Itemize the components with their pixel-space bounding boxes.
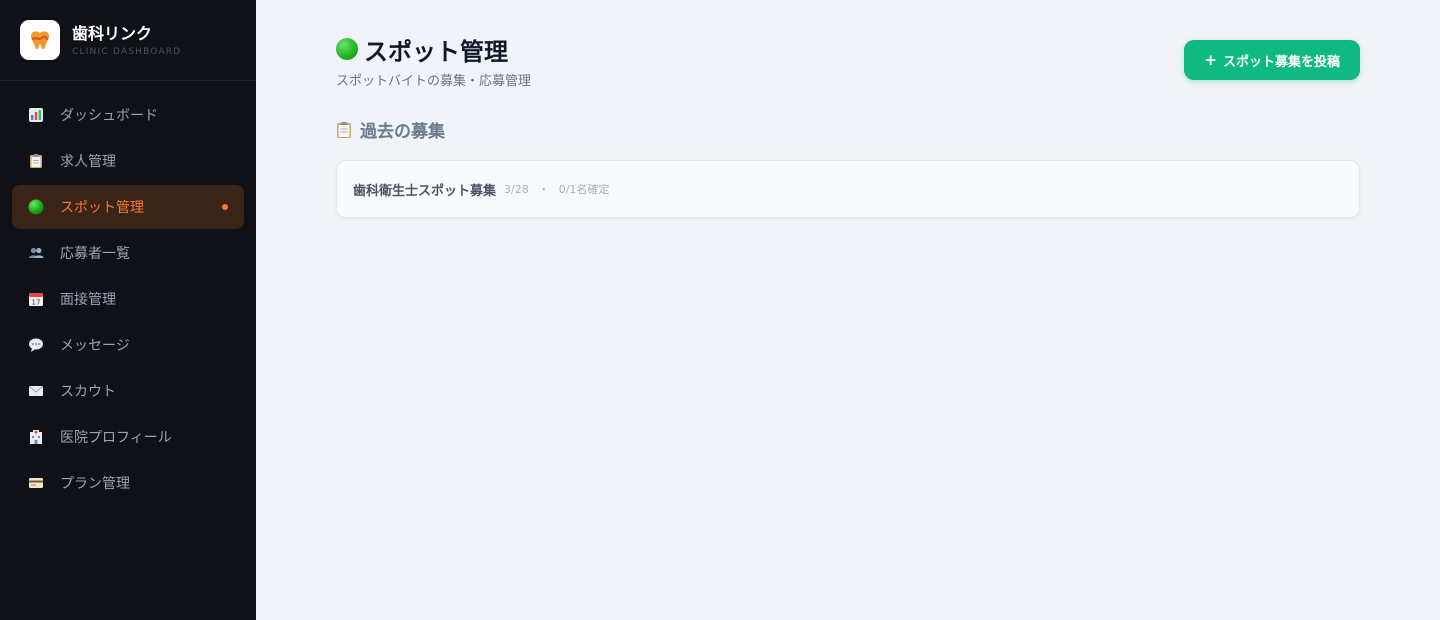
clipboard-icon	[336, 121, 352, 139]
people-icon	[28, 245, 44, 261]
sidebar-item-messages[interactable]: メッセージ	[12, 323, 244, 367]
sidebar-item-interviews[interactable]: 17 面接管理	[12, 277, 244, 321]
main-content: スポット管理 スポットバイトの募集・応募管理 + スポット募集を投稿 過去の募集…	[256, 0, 1440, 620]
sidebar-item-label: 医院プロフィール	[60, 430, 172, 446]
sidebar-nav: ダッシュボード 求人管理 スポット管理 応募者一覧 17 面接管理 メッセージ …	[0, 81, 256, 505]
page-header: スポット管理 スポットバイトの募集・応募管理 + スポット募集を投稿	[336, 34, 1360, 89]
page-title: スポット管理	[336, 34, 531, 66]
title-block: スポット管理 スポットバイトの募集・応募管理	[336, 34, 531, 89]
sidebar-item-label: 応募者一覧	[60, 246, 130, 262]
past-posts-heading: 過去の募集	[336, 117, 1360, 142]
bar-chart-icon	[28, 107, 44, 123]
past-post-status: 0/1名確定	[558, 183, 610, 196]
meta-separator: ・	[538, 183, 550, 196]
past-post-title: 歯科衛生士スポット募集	[353, 183, 497, 199]
clinic-logo[interactable]	[20, 20, 60, 60]
sidebar-item-applicants[interactable]: 応募者一覧	[12, 231, 244, 275]
sidebar-item-label: メッセージ	[60, 338, 130, 354]
app-root: 歯科リンク CLINIC DASHBOARD ダッシュボード 求人管理 スポット…	[0, 0, 1440, 620]
sidebar-item-label: スカウト	[60, 384, 116, 400]
svg-text:17: 17	[32, 299, 41, 307]
sidebar-item-dashboard[interactable]: ダッシュボード	[12, 93, 244, 137]
credit-card-icon	[28, 475, 44, 491]
page-subtitle: スポットバイトの募集・応募管理	[336, 74, 532, 89]
sidebar-item-label: ダッシュボード	[60, 108, 158, 124]
past-posts-heading-text: 過去の募集	[360, 122, 445, 142]
sidebar: 歯科リンク CLINIC DASHBOARD ダッシュボード 求人管理 スポット…	[0, 0, 256, 620]
sidebar-item-scout[interactable]: スカウト	[12, 369, 244, 413]
sidebar-item-clinic-profile[interactable]: 医院プロフィール	[12, 415, 244, 459]
page-title-text: スポット管理	[364, 37, 508, 66]
hospital-icon	[28, 429, 44, 445]
sidebar-item-label: 面接管理	[60, 292, 116, 308]
calendar-icon: 17	[28, 291, 44, 307]
past-post-date: 3/28	[504, 183, 529, 196]
sidebar-item-spot[interactable]: スポット管理	[12, 185, 244, 229]
past-post-card[interactable]: 歯科衛生士スポット募集 3/28 ・ 0/1名確定	[336, 160, 1360, 218]
post-spot-button[interactable]: + スポット募集を投稿	[1184, 40, 1360, 80]
green-circle-icon	[336, 38, 358, 60]
post-spot-button-label: スポット募集を投稿	[1222, 54, 1340, 70]
tooth-logo-icon	[31, 31, 49, 50]
brand-text: 歯科リンク CLINIC DASHBOARD	[72, 24, 181, 57]
brand-name: 歯科リンク	[72, 23, 153, 43]
sidebar-item-label: スポット管理	[60, 200, 144, 216]
envelope-icon	[28, 383, 44, 399]
sidebar-item-label: プラン管理	[60, 476, 130, 492]
sidebar-item-plan[interactable]: プラン管理	[12, 461, 244, 505]
brand-header: 歯科リンク CLINIC DASHBOARD	[0, 0, 256, 81]
clipboard-icon	[28, 153, 44, 169]
sidebar-item-jobs[interactable]: 求人管理	[12, 139, 244, 183]
speech-bubble-icon	[28, 337, 44, 353]
plus-icon: +	[1204, 51, 1217, 69]
sidebar-item-label: 求人管理	[60, 154, 116, 170]
green-circle-icon	[28, 199, 44, 215]
past-post-meta: 3/28 ・ 0/1名確定	[504, 181, 609, 197]
brand-subtitle: CLINIC DASHBOARD	[72, 46, 182, 57]
active-indicator-dot	[222, 204, 228, 210]
